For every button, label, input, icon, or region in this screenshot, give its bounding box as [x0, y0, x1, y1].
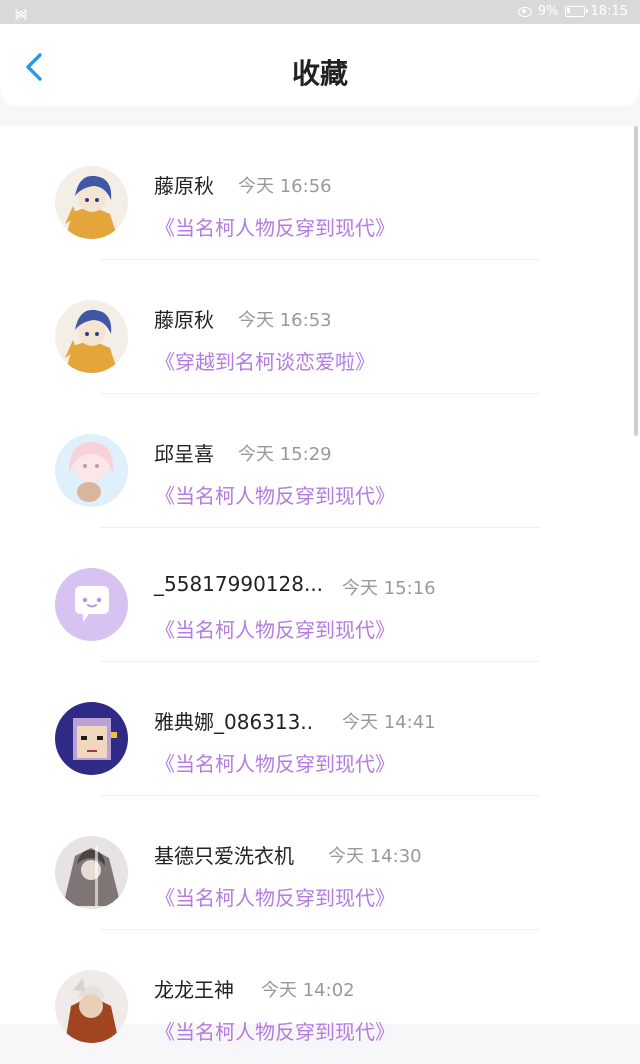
- anime-blue-hair-avatar-icon: [55, 166, 128, 239]
- timestamp: 今天 15:29: [238, 444, 332, 465]
- novel-link[interactable]: 《当名柯人物反穿到现代》: [155, 212, 395, 241]
- favorites-list: 藤原秋 今天 16:56 《当名柯人物反穿到现代》 藤原秋 今天 16:53 《…: [0, 126, 640, 1044]
- novel-link[interactable]: 《当名柯人物反穿到现代》: [155, 614, 395, 643]
- anime-pink-girl-avatar-icon: [55, 434, 128, 507]
- timestamp: 今天 14:41: [342, 712, 436, 733]
- default-chat-avatar-icon: [55, 568, 128, 641]
- avatar[interactable]: [55, 166, 128, 239]
- list-item[interactable]: 藤原秋 今天 16:56 《当名柯人物反穿到现代》: [0, 126, 640, 260]
- list-item[interactable]: 龙龙王神 今天 14:02 《当名柯人物反穿到现代》: [0, 930, 640, 1064]
- user-name: 藤原秋: [154, 308, 214, 332]
- user-name: 雅典娜_086313..: [154, 710, 314, 734]
- novel-link[interactable]: 《穿越到名柯谈恋爱啦》: [155, 346, 375, 375]
- novel-link[interactable]: 《当名柯人物反穿到现代》: [155, 1016, 395, 1045]
- list-item[interactable]: _55817990128... 今天 15:16 《当名柯人物反穿到现代》: [0, 528, 640, 662]
- pixel-purple-hair-avatar-icon: [55, 702, 128, 775]
- grey-anime-avatar-icon: [55, 836, 128, 909]
- eye-comfort-icon: [517, 6, 532, 17]
- avatar[interactable]: [55, 568, 128, 641]
- avatar[interactable]: [55, 702, 128, 775]
- anime-blue-hair-avatar-icon: [55, 300, 128, 373]
- user-name: 邱呈喜: [154, 442, 214, 466]
- clock: 18:15: [590, 4, 628, 19]
- header: 收藏: [0, 24, 640, 106]
- avatar[interactable]: [55, 434, 128, 507]
- warrior-avatar-icon: [55, 970, 128, 1043]
- user-name: _55817990128...: [154, 572, 324, 596]
- scrollbar[interactable]: [634, 126, 638, 436]
- status-bar: ᯼ 9% 18:15: [0, 0, 640, 24]
- list-item[interactable]: 邱呈喜 今天 15:29 《当名柯人物反穿到现代》: [0, 394, 640, 528]
- novel-link[interactable]: 《当名柯人物反穿到现代》: [155, 480, 395, 509]
- avatar[interactable]: [55, 836, 128, 909]
- timestamp: 今天 16:56: [238, 176, 332, 197]
- wifi-icon: ᯼: [14, 7, 28, 22]
- battery-icon: [564, 6, 588, 17]
- user-name: 基德只爱洗衣机: [154, 844, 294, 868]
- novel-link[interactable]: 《当名柯人物反穿到现代》: [155, 882, 395, 911]
- timestamp: 今天 16:53: [238, 310, 332, 331]
- list-item[interactable]: 基德只爱洗衣机 今天 14:30 《当名柯人物反穿到现代》: [0, 796, 640, 930]
- user-name: 藤原秋: [154, 174, 214, 198]
- status-right: 9% 18:15: [517, 4, 628, 19]
- list-item[interactable]: 藤原秋 今天 16:53 《穿越到名柯谈恋爱啦》: [0, 260, 640, 394]
- timestamp: 今天 15:16: [342, 578, 436, 599]
- avatar[interactable]: [55, 970, 128, 1043]
- battery-percent: 9%: [537, 4, 559, 19]
- user-name: 龙龙王神: [154, 978, 234, 1002]
- timestamp: 今天 14:30: [328, 846, 422, 867]
- list-item[interactable]: 雅典娜_086313.. 今天 14:41 《当名柯人物反穿到现代》: [0, 662, 640, 796]
- avatar[interactable]: [55, 300, 128, 373]
- page-title: 收藏: [291, 57, 348, 90]
- novel-link[interactable]: 《当名柯人物反穿到现代》: [155, 748, 395, 777]
- timestamp: 今天 14:02: [261, 980, 355, 1001]
